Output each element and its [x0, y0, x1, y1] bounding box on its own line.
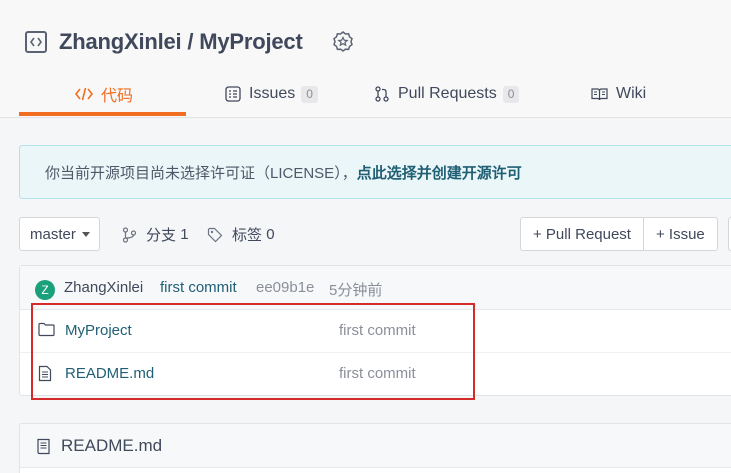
list-item[interactable]: README.md first commit — [20, 353, 731, 396]
branches-link[interactable]: 分支 1 — [122, 224, 189, 245]
file-icon — [38, 365, 52, 382]
caret-down-icon — [81, 231, 90, 237]
repo-name[interactable]: MyProject — [199, 29, 303, 54]
pull-request-icon — [375, 86, 389, 102]
action-button-group: + Pull Request + Issue — [520, 217, 718, 251]
commit-author[interactable]: ZhangXinlei — [64, 279, 143, 296]
repo-header: ZhangXinlei / MyProject 代码 Issues 0 Pull… — [0, 0, 731, 118]
branch-icon — [122, 226, 137, 243]
award-badge-icon[interactable] — [331, 30, 355, 54]
latest-commit-row: Z ZhangXinlei first commit ee09b1e 5分钟前 — [20, 266, 731, 310]
tab-label: Wiki — [616, 85, 647, 102]
code-icon — [75, 87, 93, 101]
code-box-icon — [25, 31, 47, 53]
commit-time: 5分钟前 — [329, 282, 383, 299]
branches-label: 分支 — [146, 227, 177, 244]
file-commit-message[interactable]: first commit — [339, 365, 416, 382]
commit-message[interactable]: first commit — [160, 279, 237, 296]
tags-count: 0 — [266, 226, 275, 243]
tags-label: 标签 — [232, 227, 263, 244]
readme-header: README.md — [20, 424, 731, 468]
readme-title: README.md — [61, 436, 163, 455]
new-pull-request-button[interactable]: + Pull Request — [520, 217, 644, 251]
commit-sha[interactable]: ee09b1e — [256, 279, 314, 296]
branch-select-value: master — [30, 225, 76, 243]
license-notice: 你当前开源项目尚未选择许可证（LICENSE）， 点此选择并创建开源许可 — [19, 145, 731, 199]
issues-count-badge: 0 — [301, 85, 318, 103]
repo-separator: / — [181, 29, 200, 54]
new-issue-button[interactable]: + Issue — [643, 217, 718, 251]
tab-label: Pull Requests — [398, 85, 497, 102]
book-icon — [591, 88, 608, 101]
file-commit-message[interactable]: first commit — [339, 322, 416, 339]
folder-icon — [38, 322, 55, 337]
branches-count: 1 — [180, 226, 189, 243]
tab-issues[interactable]: Issues 0 — [225, 72, 318, 116]
tag-icon — [207, 227, 223, 242]
tab-code[interactable]: 代码 — [75, 72, 133, 116]
repo-owner[interactable]: ZhangXinlei — [59, 29, 182, 54]
file-name[interactable]: README.md — [65, 365, 154, 382]
branch-select[interactable]: master — [19, 217, 100, 251]
tab-wiki[interactable]: Wiki — [591, 72, 646, 116]
avatar[interactable]: Z — [35, 280, 55, 300]
tags-link[interactable]: 标签 0 — [207, 224, 275, 245]
license-notice-text: 你当前开源项目尚未选择许可证（LICENSE）， — [45, 164, 357, 182]
file-name[interactable]: MyProject — [65, 322, 132, 339]
issues-icon — [225, 86, 241, 102]
tab-label: 代码 — [101, 88, 134, 105]
tab-pull-requests[interactable]: Pull Requests 0 — [374, 72, 520, 116]
create-license-link[interactable]: 点此选择并创建开源许可 — [357, 162, 522, 183]
readme-panel: README.md — [19, 423, 731, 473]
list-item[interactable]: MyProject first commit — [20, 310, 731, 353]
repo-title[interactable]: ZhangXinlei / MyProject — [59, 29, 303, 55]
pull-requests-count-badge: 0 — [502, 85, 520, 103]
active-tab-indicator — [19, 112, 186, 116]
file-list: Z ZhangXinlei first commit ee09b1e 5分钟前 … — [19, 265, 731, 396]
tab-label: Issues — [249, 85, 296, 102]
book-icon — [37, 438, 50, 455]
